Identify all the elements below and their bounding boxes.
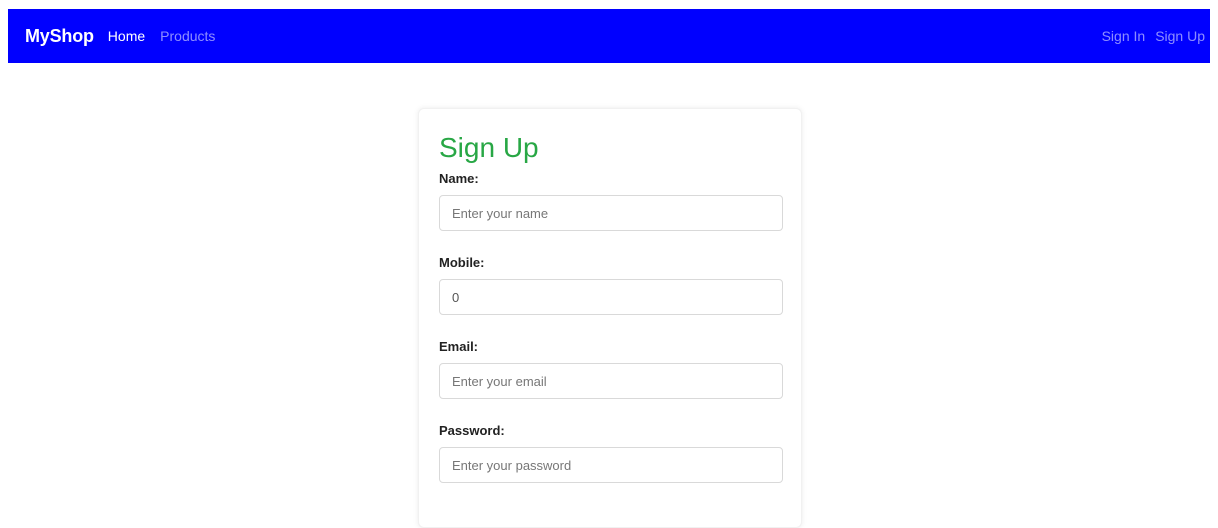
mobile-label: Mobile: bbox=[439, 255, 485, 270]
mobile-form-group: Mobile: bbox=[439, 255, 783, 315]
name-form-group: Name: bbox=[439, 171, 783, 231]
brand-logo[interactable]: MyShop bbox=[25, 26, 94, 47]
password-input[interactable] bbox=[439, 447, 783, 483]
signup-card: Sign Up Name: Mobile: Email: Password: bbox=[418, 108, 802, 528]
password-label: Password: bbox=[439, 423, 505, 438]
nav-link-products[interactable]: Products bbox=[160, 28, 215, 44]
top-navbar: MyShop Home Products Sign In Sign Up bbox=[8, 9, 1210, 63]
email-label: Email: bbox=[439, 339, 479, 354]
nav-left-links: Home Products bbox=[108, 28, 231, 44]
mobile-input[interactable] bbox=[439, 279, 783, 315]
password-form-group: Password: bbox=[439, 423, 783, 483]
email-form-group: Email: bbox=[439, 339, 783, 399]
nav-link-home[interactable]: Home bbox=[108, 28, 145, 44]
nav-link-sign-in[interactable]: Sign In bbox=[1102, 28, 1146, 44]
email-input[interactable] bbox=[439, 363, 783, 399]
nav-right-links: Sign In Sign Up bbox=[1092, 28, 1205, 44]
nav-link-sign-up[interactable]: Sign Up bbox=[1155, 28, 1205, 44]
page-title: Sign Up bbox=[439, 132, 539, 163]
name-input[interactable] bbox=[439, 195, 783, 231]
name-label: Name: bbox=[439, 171, 479, 186]
